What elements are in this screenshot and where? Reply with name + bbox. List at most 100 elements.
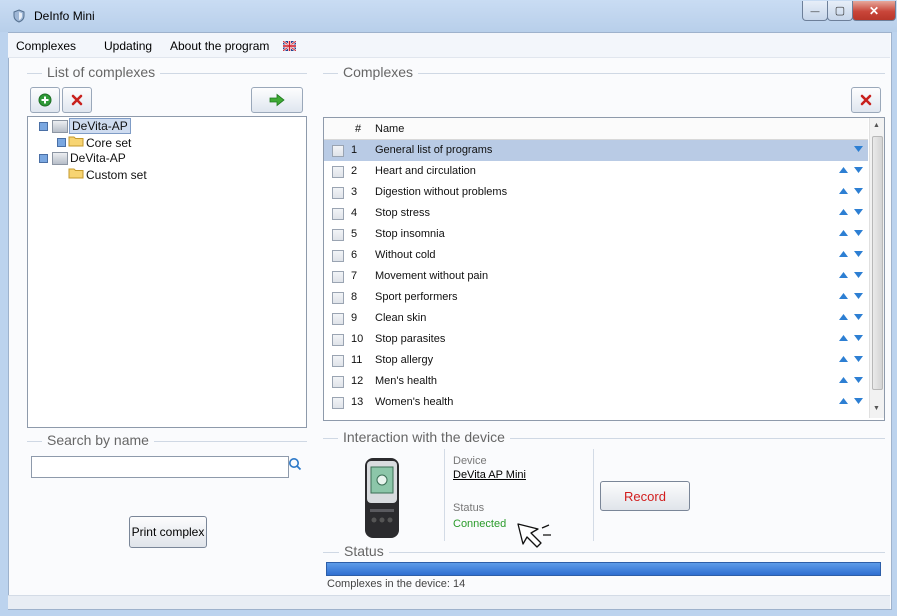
title-bar[interactable] (0, 0, 897, 32)
scroll-up-icon[interactable]: ▲ (873, 122, 880, 129)
row-checkbox[interactable] (332, 355, 344, 367)
tree-node-devita-ap[interactable]: DeVita-AP (69, 118, 131, 134)
delete-icon (860, 94, 872, 106)
complexes-count-text: Complexes in the device: 14 (327, 578, 466, 590)
table-row[interactable]: 5 Stop insomnia (324, 224, 868, 245)
close-icon: ✕ (868, 3, 880, 18)
row-checkbox[interactable] (332, 376, 344, 388)
table-row[interactable]: 8 Sport performers (324, 287, 868, 308)
menu-about[interactable]: About the program (170, 39, 269, 53)
table-row[interactable]: 12 Men's health (324, 371, 868, 392)
maximize-button[interactable]: ▢ (827, 1, 853, 21)
table-row[interactable]: 7 Movement without pain (324, 266, 868, 287)
move-up-icon[interactable] (839, 209, 848, 215)
move-down-icon[interactable] (854, 314, 863, 320)
connection-status: Connected (453, 518, 507, 530)
row-checkbox[interactable] (332, 313, 344, 325)
move-up-icon[interactable] (839, 314, 848, 320)
row-checkbox[interactable] (332, 292, 344, 304)
delete-from-device-button[interactable] (851, 87, 881, 113)
table-row[interactable]: 1 General list of programs (324, 140, 868, 161)
uk-flag-icon[interactable] (283, 41, 296, 51)
collapse-icon[interactable] (39, 154, 48, 163)
move-up-icon[interactable] (839, 377, 848, 383)
transfer-to-device-button[interactable] (251, 87, 303, 113)
search-title: Search by name (42, 432, 154, 448)
row-number: 11 (351, 354, 363, 366)
row-checkbox[interactable] (332, 334, 344, 346)
minimize-button[interactable]: — (802, 1, 828, 21)
column-name-header: Name (375, 123, 405, 135)
collapse-icon[interactable] (39, 122, 48, 131)
table-row[interactable]: 6 Without cold (324, 245, 868, 266)
table-row[interactable]: 13 Women's health (324, 392, 868, 413)
move-down-icon[interactable] (854, 356, 863, 362)
status-progress-bar (326, 562, 881, 576)
move-down-icon[interactable] (854, 251, 863, 257)
tree-node-devita-ap-2[interactable]: DeVita-AP (70, 151, 126, 165)
move-up-icon[interactable] (839, 272, 848, 278)
mouse-cursor-icon (517, 523, 551, 548)
move-up-icon[interactable] (839, 293, 848, 299)
move-up-icon[interactable] (839, 167, 848, 173)
grid-header: # Name (324, 118, 868, 140)
row-checkbox[interactable] (332, 208, 344, 220)
tree-node-custom-set[interactable]: Custom set (86, 168, 147, 182)
move-up-icon[interactable] (839, 335, 848, 341)
row-name: Men's health (375, 375, 438, 387)
row-checkbox[interactable] (332, 271, 344, 283)
row-checkbox[interactable] (332, 166, 344, 178)
row-number: 9 (351, 312, 358, 324)
row-checkbox[interactable] (332, 187, 344, 199)
device-separator-2 (593, 449, 594, 541)
scroll-down-icon[interactable]: ▼ (873, 405, 880, 412)
table-row[interactable]: 3 Digestion without problems (324, 182, 868, 203)
row-checkbox[interactable] (332, 397, 344, 409)
device-name-link[interactable]: DeVita AP Mini (453, 469, 526, 481)
menu-complexes[interactable]: Complexes (16, 39, 76, 53)
table-row[interactable]: 10 Stop parasites (324, 329, 868, 350)
search-icon[interactable] (288, 457, 302, 471)
table-row[interactable]: 4 Stop stress (324, 203, 868, 224)
row-name: Stop stress (375, 207, 431, 219)
move-up-icon[interactable] (839, 251, 848, 257)
move-down-icon[interactable] (854, 230, 863, 236)
row-name: Sport performers (375, 291, 458, 303)
move-down-icon[interactable] (854, 167, 863, 173)
table-row[interactable]: 2 Heart and circulation (324, 161, 868, 182)
row-name: Movement without pain (375, 270, 489, 282)
move-down-icon[interactable] (854, 146, 863, 152)
move-down-icon[interactable] (854, 335, 863, 341)
move-up-icon[interactable] (839, 398, 848, 404)
close-button[interactable]: ✕ (852, 1, 896, 21)
bottom-strip (8, 595, 890, 609)
row-number: 3 (351, 186, 358, 198)
row-checkbox[interactable] (332, 250, 344, 262)
tree-node-core-set[interactable]: Core set (86, 136, 131, 150)
record-button[interactable]: Record (600, 481, 690, 511)
search-input[interactable] (31, 456, 289, 478)
scroll-thumb[interactable] (872, 136, 883, 390)
move-down-icon[interactable] (854, 188, 863, 194)
print-complex-button[interactable]: Print complex (129, 516, 207, 548)
row-checkbox[interactable] (332, 229, 344, 241)
move-up-icon[interactable] (839, 188, 848, 194)
complexes-grid[interactable]: # Name 1 General list of programs 2 Heart a… (323, 117, 885, 421)
move-down-icon[interactable] (854, 377, 863, 383)
row-checkbox[interactable] (332, 145, 344, 157)
grid-scrollbar[interactable]: ▲ ▼ (869, 118, 884, 418)
expand-icon[interactable] (57, 138, 66, 147)
delete-complex-button[interactable] (62, 87, 92, 113)
table-row[interactable]: 9 Clean skin (324, 308, 868, 329)
move-down-icon[interactable] (854, 398, 863, 404)
move-up-icon[interactable] (839, 230, 848, 236)
folder-icon (68, 168, 84, 179)
move-up-icon[interactable] (839, 356, 848, 362)
add-complex-button[interactable] (30, 87, 60, 113)
menu-updating[interactable]: Updating (104, 39, 152, 53)
table-row[interactable]: 11 Stop allergy (324, 350, 868, 371)
move-down-icon[interactable] (854, 272, 863, 278)
move-down-icon[interactable] (854, 209, 863, 215)
move-down-icon[interactable] (854, 293, 863, 299)
complexes-tree[interactable] (27, 116, 307, 428)
